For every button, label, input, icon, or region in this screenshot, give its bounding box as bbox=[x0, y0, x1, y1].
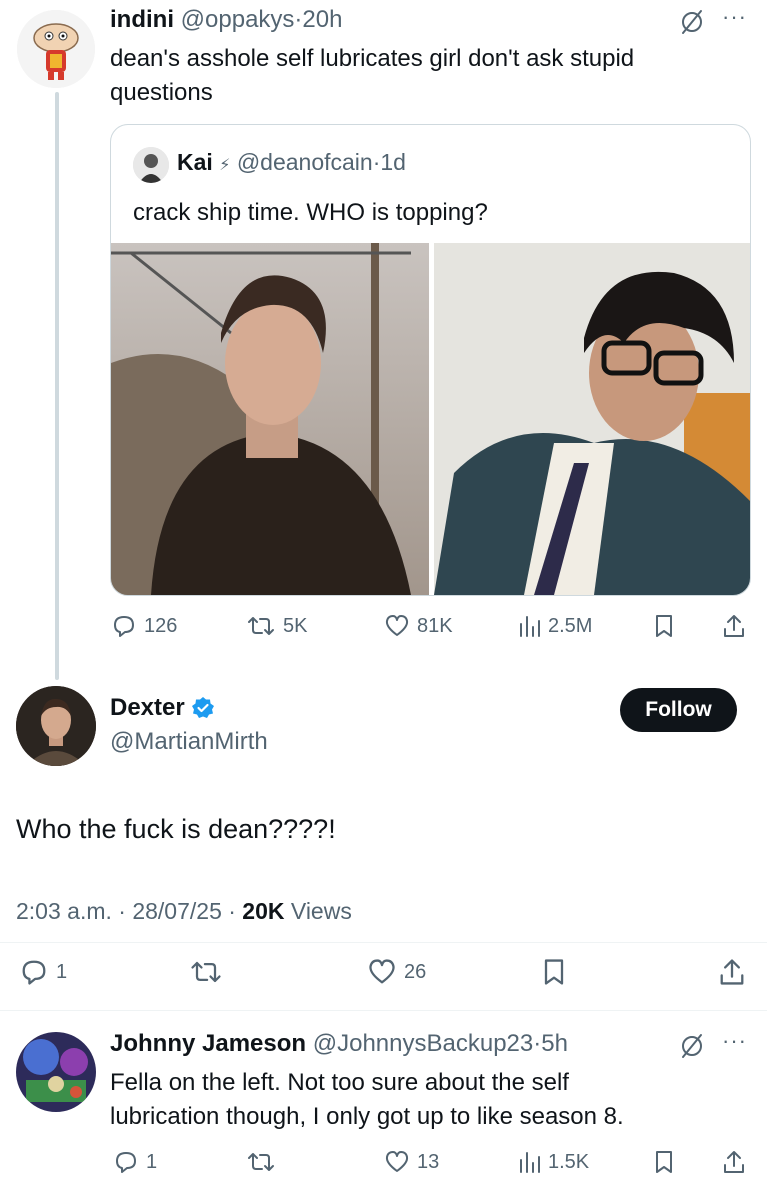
tweet1-text: dean's asshole self lubricates girl don'… bbox=[110, 42, 750, 110]
follow-button[interactable]: Follow bbox=[620, 688, 737, 732]
grok-icon[interactable] bbox=[678, 8, 706, 36]
man-portrait-avatar-icon bbox=[16, 686, 96, 766]
reply-views-button[interactable]: 1.5K bbox=[516, 1148, 589, 1176]
reply-button[interactable]: 126 bbox=[110, 612, 177, 640]
share-button[interactable] bbox=[720, 612, 748, 640]
quote-display-name[interactable]: Kai bbox=[177, 149, 213, 175]
main-display-name[interactable]: Dexter bbox=[110, 694, 185, 722]
repost-icon bbox=[248, 617, 274, 635]
tweet1-text-line1: dean's asshole self lubricates girl don'… bbox=[110, 45, 635, 72]
tweet1-handle[interactable]: @oppakys bbox=[181, 6, 295, 33]
tweet1-header: indini @oppakys·20h bbox=[110, 6, 342, 34]
reply-reply-count: 1 bbox=[146, 1150, 158, 1173]
main-handle[interactable]: @MartianMirth bbox=[110, 728, 268, 756]
main-reply-count: 1 bbox=[56, 960, 68, 983]
reply-display-name[interactable]: Johnny Jameson bbox=[110, 1030, 306, 1057]
quote-time: 1d bbox=[380, 149, 406, 175]
reply-text-line2: lubrication though, I only got up to lik… bbox=[110, 1103, 624, 1130]
reply-like-button[interactable]: 13 bbox=[383, 1148, 439, 1176]
main-views-label: Views bbox=[284, 898, 352, 924]
reply-handle[interactable]: @JohnnysBackup23 bbox=[313, 1030, 534, 1057]
reply-text: Fella on the left. Not too sure about th… bbox=[110, 1066, 750, 1134]
share-icon bbox=[720, 959, 744, 985]
views-button[interactable]: 2.5M bbox=[516, 612, 592, 640]
reply-time[interactable]: 5h bbox=[541, 1030, 568, 1057]
share-icon bbox=[724, 1151, 744, 1173]
tweet1-display-name[interactable]: indini bbox=[110, 6, 174, 33]
main-tweet-text: Who the fuck is dean????! bbox=[16, 814, 336, 844]
divider-top bbox=[0, 942, 767, 943]
man-in-jacket-photo-icon bbox=[111, 243, 429, 595]
main-like-button[interactable]: 26 bbox=[366, 956, 426, 988]
reply-icon bbox=[114, 616, 134, 637]
heart-icon bbox=[369, 959, 395, 984]
heart-icon bbox=[385, 1151, 409, 1172]
reply-more-options-icon[interactable]: ··· bbox=[722, 1028, 747, 1054]
man-with-glasses-photo-icon bbox=[434, 243, 750, 595]
repost-icon bbox=[191, 961, 221, 983]
tweet1-time[interactable]: 20h bbox=[302, 6, 342, 33]
repost-count: 5K bbox=[283, 614, 308, 637]
reply-reply-button[interactable]: 1 bbox=[112, 1148, 157, 1176]
reply-icon bbox=[22, 960, 46, 985]
verified-badge-icon bbox=[191, 697, 214, 718]
bookmark-icon bbox=[656, 1151, 672, 1173]
reply-grok-icon[interactable] bbox=[678, 1032, 706, 1060]
reply-bookmark-button[interactable] bbox=[652, 1148, 676, 1176]
divider-bottom bbox=[0, 1010, 767, 1011]
cartoon-baby-avatar-icon bbox=[17, 10, 95, 88]
heart-icon bbox=[385, 615, 409, 636]
media-photo-left[interactable] bbox=[111, 243, 429, 595]
thread-line bbox=[55, 92, 59, 680]
reply-header: Johnny Jameson @JohnnysBackup23·5h bbox=[110, 1030, 568, 1058]
main-like-count: 26 bbox=[404, 960, 427, 983]
main-timestamp[interactable]: 2:03 a.m. · 28/07/25 · bbox=[16, 898, 242, 924]
reply-like-count: 13 bbox=[417, 1150, 440, 1173]
avatar-kai bbox=[133, 147, 169, 183]
more-options-icon[interactable]: ··· bbox=[722, 4, 747, 30]
bookmark-button[interactable] bbox=[652, 612, 676, 640]
like-count: 81K bbox=[417, 614, 453, 637]
avatar-dexter[interactable] bbox=[16, 686, 96, 766]
share-icon bbox=[724, 615, 744, 637]
quoted-tweet-card[interactable]: Kai ⚡ @deanofcain·1d crack ship time. WH… bbox=[110, 124, 751, 596]
views-count: 2.5M bbox=[548, 614, 593, 637]
media-photo-right[interactable] bbox=[434, 243, 750, 595]
main-display-name-row: Dexter bbox=[110, 694, 215, 722]
main-reply-button[interactable]: 1 bbox=[18, 956, 67, 988]
quote-header: Kai ⚡ @deanofcain·1d bbox=[177, 149, 406, 176]
bookmark-icon bbox=[656, 615, 672, 637]
game-art-avatar-icon bbox=[16, 1032, 96, 1112]
bookmark-icon bbox=[544, 959, 564, 985]
reply-views-count: 1.5K bbox=[548, 1150, 590, 1173]
reply-repost-button[interactable] bbox=[245, 1148, 277, 1176]
avatar-johnny[interactable] bbox=[16, 1032, 96, 1112]
like-button[interactable]: 81K bbox=[383, 612, 453, 640]
repost-icon bbox=[248, 1153, 274, 1171]
main-bookmark-button[interactable] bbox=[540, 956, 568, 988]
tweet1-text-line2: questions bbox=[110, 79, 213, 106]
quote-text: crack ship time. WHO is topping? bbox=[133, 199, 488, 226]
lightning-badge-icon: ⚡ bbox=[219, 157, 231, 174]
main-tweet-meta: 2:03 a.m. · 28/07/25 · 20K Views bbox=[16, 898, 352, 925]
main-share-button[interactable] bbox=[716, 956, 748, 988]
quote-handle[interactable]: @deanofcain bbox=[237, 149, 373, 175]
repost-button[interactable]: 5K bbox=[245, 612, 307, 640]
main-views-count[interactable]: 20K bbox=[242, 898, 284, 924]
avatar-indini[interactable] bbox=[17, 10, 95, 88]
reply-count: 126 bbox=[144, 614, 178, 637]
reply-share-button[interactable] bbox=[720, 1148, 748, 1176]
reply-icon bbox=[116, 1152, 136, 1173]
person-photo-icon bbox=[133, 147, 169, 183]
analytics-bars-icon bbox=[520, 616, 540, 637]
analytics-bars-icon bbox=[520, 1152, 540, 1173]
main-repost-button[interactable] bbox=[188, 956, 224, 988]
reply-text-line1: Fella on the left. Not too sure about th… bbox=[110, 1069, 569, 1096]
